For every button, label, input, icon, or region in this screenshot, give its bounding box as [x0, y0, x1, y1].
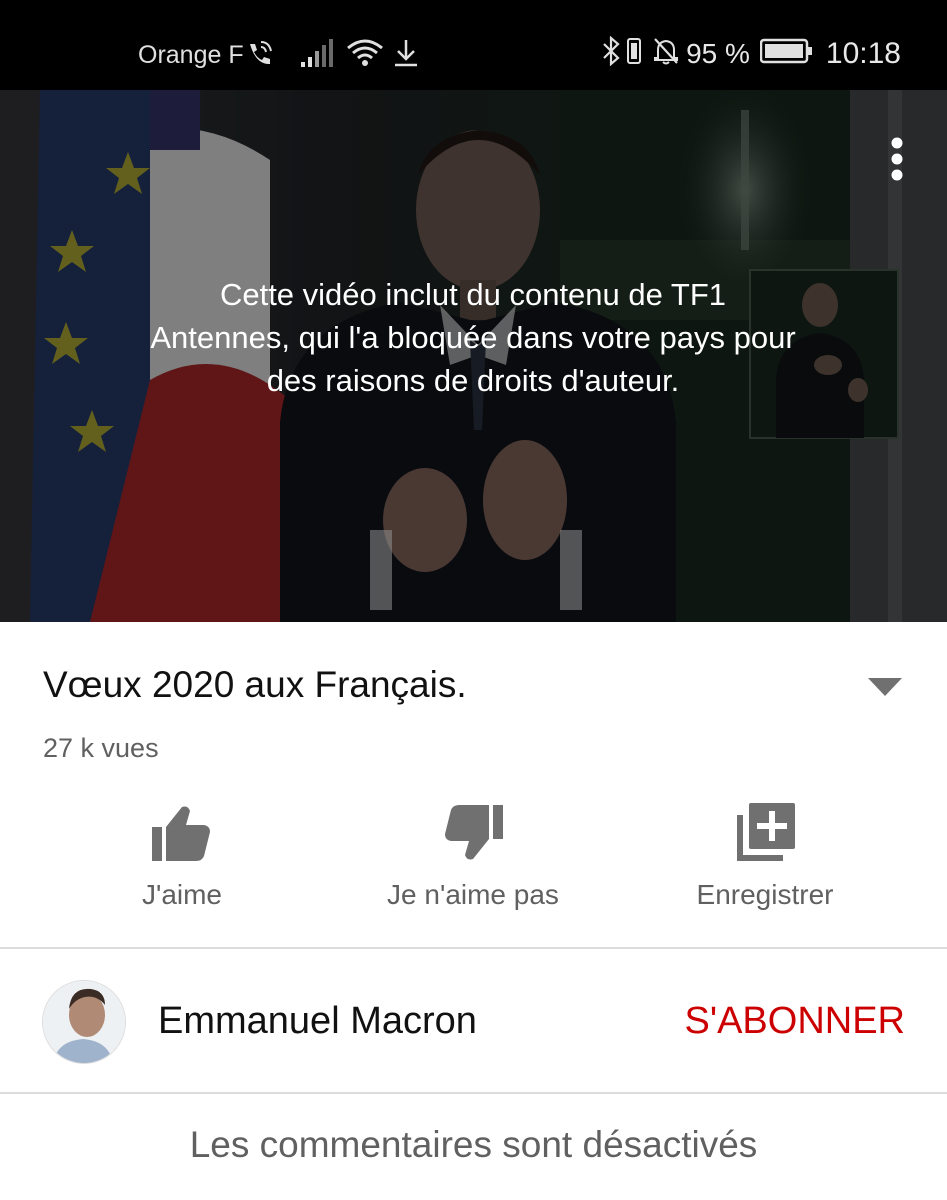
thumb-down-icon — [441, 801, 505, 865]
channel-name[interactable]: Emmanuel Macron — [158, 1000, 477, 1043]
comments-disabled-notice: Les commentaires sont désactivés — [189, 1124, 758, 1165]
save-label: Enregistrer — [696, 879, 834, 910]
view-count: 27 k vues — [43, 733, 159, 763]
signal-icon — [300, 38, 334, 73]
status-left: Orange F — [138, 38, 420, 73]
save-button[interactable]: Enregistrer — [645, 795, 885, 935]
carrier-name: Orange F — [138, 41, 244, 69]
wifi-icon — [346, 38, 384, 73]
dislike-button[interactable]: Je n'aime pas — [353, 795, 593, 935]
wifi-calling-icon — [244, 38, 274, 73]
status-bar: Orange F 95 % 10:18 — [0, 0, 947, 90]
divider — [0, 947, 947, 949]
action-bar: J'aime Je n'aime pas Enregistrer — [0, 795, 947, 935]
subscribe-button[interactable]: S'ABONNER — [684, 1000, 905, 1043]
clock: 10:18 — [825, 36, 901, 70]
blocked-video-message: Cette vidéo inclut du contenu de TF1 Ant… — [150, 277, 796, 398]
bluetooth-icon — [600, 35, 622, 71]
thumb-up-icon — [150, 801, 214, 865]
divider — [0, 1092, 947, 1094]
like-label: J'aime — [141, 879, 223, 910]
avatar[interactable] — [42, 980, 126, 1064]
channel-row[interactable]: Emmanuel Macron S'ABONNER — [0, 950, 947, 1092]
download-icon — [392, 38, 420, 73]
battery-icon — [759, 37, 814, 70]
notifications-off-icon — [652, 36, 680, 71]
vibrate-icon — [624, 36, 644, 71]
battery-percent: 95 % — [686, 37, 750, 69]
add-to-playlist-icon — [733, 801, 797, 865]
status-right: 95 % 10:18 — [600, 35, 901, 71]
dislike-label: Je n'aime pas — [387, 879, 559, 910]
like-button[interactable]: J'aime — [62, 795, 302, 935]
more-vert-icon[interactable] — [880, 134, 914, 184]
expand-caret-icon[interactable] — [866, 676, 904, 698]
video-title[interactable]: Vœux 2020 aux Français. — [43, 664, 467, 706]
video-player[interactable]: Cette vidéo inclut du contenu de TF1 Ant… — [0, 90, 947, 622]
